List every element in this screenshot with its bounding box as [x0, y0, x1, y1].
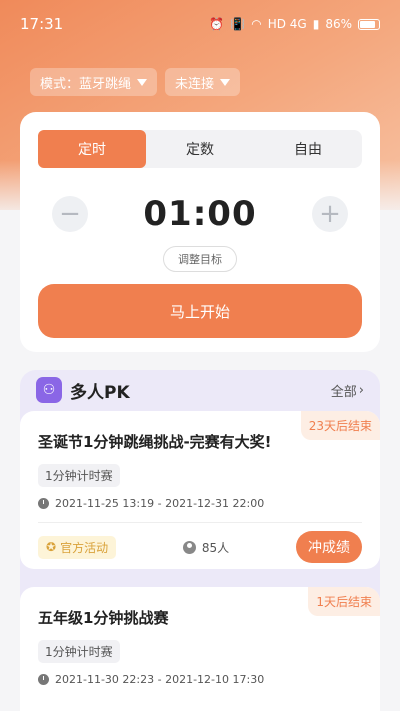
chevron-down-icon: [137, 78, 148, 86]
pk-title-group: ⚇ 多人PK: [36, 377, 130, 403]
pk-icon: ⚇: [36, 377, 62, 403]
medal-icon: ✪: [46, 540, 57, 554]
official-label: 官方活动: [60, 540, 109, 555]
vibrate-icon: 📳: [230, 17, 246, 31]
event-time: 2021-11-30 22:23 - 2021-12-10 17:30: [38, 673, 362, 686]
event-time-text: 2021-11-30 22:23 - 2021-12-10 17:30: [55, 673, 265, 686]
clock-icon: [38, 674, 49, 685]
battery-icon: [358, 18, 380, 30]
timer-row: − 01:00 +: [38, 194, 362, 234]
event-card[interactable]: 23天后结束 圣诞节1分钟跳绳挑战-完赛有大奖! 1分钟计时赛 2021-11-…: [20, 411, 380, 569]
pk-section: ⚇ 多人PK 全部 › 23天后结束 圣诞节1分钟跳绳挑战-完赛有大奖! 1分钟…: [20, 370, 380, 711]
signal-icon: ▮: [312, 17, 320, 31]
event-footer: ✪ 官方活动 85人 冲成绩: [38, 531, 362, 563]
event-type-tag: 1分钟计时赛: [38, 464, 120, 487]
ends-badge: 23天后结束: [300, 411, 380, 440]
decrease-button[interactable]: −: [52, 196, 88, 232]
mode-tabs: 定时 定数 自由: [38, 130, 362, 168]
mode-label: 模式：蓝牙跳绳: [40, 76, 132, 92]
start-button[interactable]: 马上开始: [38, 284, 362, 338]
status-bar: 17:31 ⏰ 📳 ◠ HD 4G ▮ 86%: [0, 0, 400, 48]
view-all-label: 全部: [330, 384, 357, 400]
network-label: HD 4G: [267, 17, 307, 31]
status-icons: ⏰ 📳 ◠ HD 4G ▮ 86%: [209, 17, 380, 31]
event-card[interactable]: 1天后结束 五年级1分钟挑战赛 1分钟计时赛 2021-11-30 22:23 …: [20, 587, 380, 711]
ends-badge: 1天后结束: [308, 587, 380, 616]
official-badge: ✪ 官方活动: [38, 535, 117, 559]
event-type-tag: 1分钟计时赛: [38, 640, 120, 663]
compete-button[interactable]: 冲成绩: [295, 531, 362, 563]
mode-selector[interactable]: 模式：蓝牙跳绳: [30, 68, 158, 96]
event-time: 2021-11-25 13:19 - 2021-12-31 22:00: [38, 497, 362, 510]
view-all-link[interactable]: 全部 ›: [331, 381, 364, 400]
connection-selector[interactable]: 未连接: [165, 68, 241, 96]
tab-timed[interactable]: 定时: [38, 130, 146, 168]
participant-count-text: 85人: [201, 540, 230, 555]
increase-button[interactable]: +: [311, 196, 348, 232]
clock-icon: [38, 498, 49, 509]
chevron-down-icon: [220, 78, 231, 86]
event-time-text: 2021-11-25 13:19 - 2021-12-31 22:00: [55, 497, 265, 510]
alarm-icon: ⏰: [209, 17, 225, 31]
battery-percent: 86%: [325, 17, 352, 31]
tab-free[interactable]: 自由: [254, 130, 362, 168]
device-selectors: 模式：蓝牙跳绳 未连接: [30, 68, 241, 96]
workout-card: 定时 定数 自由 − 01:00 + 调整目标 马上开始: [20, 112, 380, 352]
connection-label: 未连接: [175, 76, 215, 92]
status-time: 17:31: [20, 15, 64, 33]
divider: [38, 522, 362, 523]
adjust-target-button[interactable]: 调整目标: [163, 246, 237, 272]
participant-count: 85人: [182, 539, 230, 556]
timer-value: 01:00: [143, 194, 257, 234]
tab-count[interactable]: 定数: [146, 130, 254, 168]
person-icon: [182, 540, 196, 554]
pk-title: 多人PK: [70, 382, 130, 403]
chevron-right-icon: ›: [358, 382, 364, 398]
wifi-icon: ◠: [251, 17, 262, 31]
pk-header: ⚇ 多人PK 全部 ›: [20, 370, 380, 410]
